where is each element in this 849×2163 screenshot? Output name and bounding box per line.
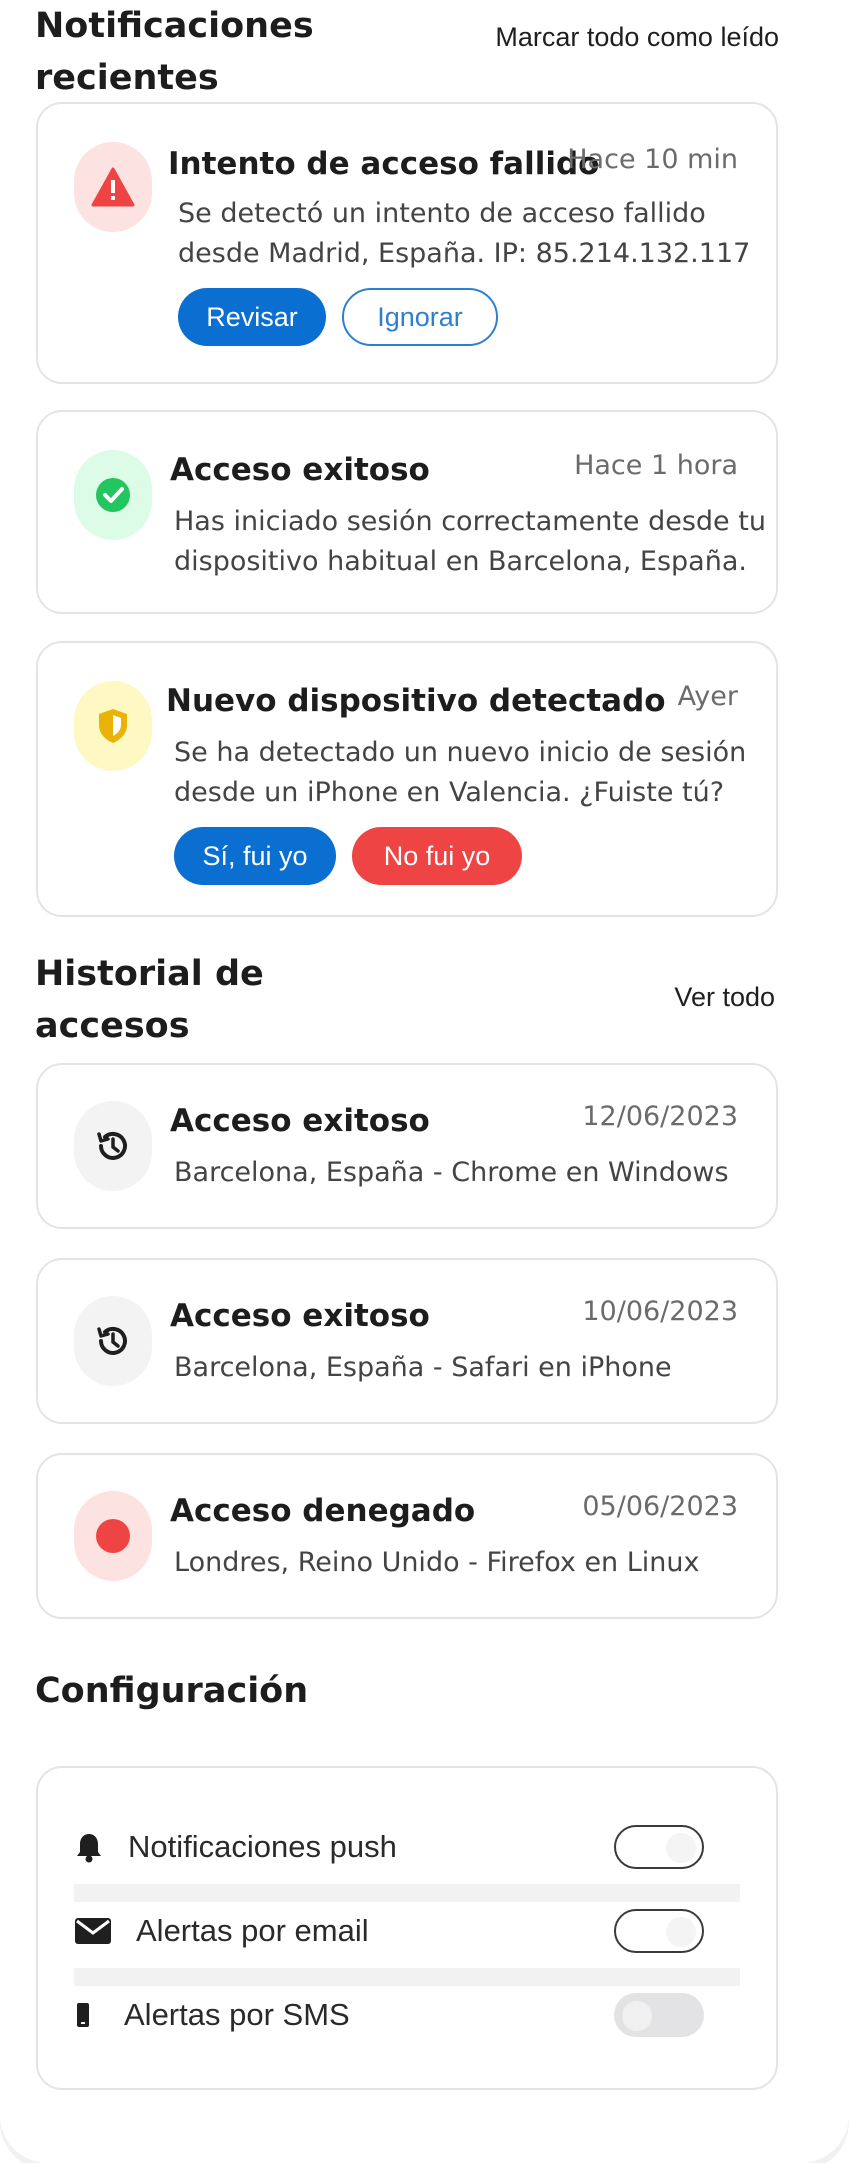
notification-time: Hace 10 min [567,144,738,175]
notification-time: Ayer [677,681,738,712]
divider [74,1884,740,1902]
notification-body: Has iniciado sesión correctamente desde … [174,506,766,577]
red-dot-icon [74,1491,152,1581]
yes-it-was-me-button[interactable]: Sí, fui yo [174,827,336,885]
history-item-date: 05/06/2023 [582,1491,738,1522]
notification-title: Nuevo dispositivo detectado [166,683,666,719]
review-button[interactable]: Revisar [178,288,326,346]
not-me-button[interactable]: No fui yo [352,827,522,885]
bell-icon [74,1831,128,1863]
history-item-date: 10/06/2023 [582,1296,738,1327]
envelope-icon [74,1917,136,1945]
setting-push-row: Notificaciones push [74,1817,740,1877]
warning-triangle-icon [74,142,152,232]
notification-body: Se detectó un intento de acceso fallido … [178,198,751,269]
notification-card-new-device: Nuevo dispositivo detectado Ayer Se ha d… [36,641,778,917]
history-item-desc: Barcelona, España - Chrome en Windows [174,1157,729,1188]
bottom-sheet-fill [0,2100,849,2163]
setting-sms-row: Alertas por SMS [74,1985,740,2045]
setting-label: Alertas por SMS [124,1997,350,2032]
history-item[interactable]: Acceso exitoso 10/06/2023 Barcelona, Esp… [36,1258,778,1424]
history-icon [74,1296,152,1386]
history-item-date: 12/06/2023 [582,1101,738,1132]
notification-title: Intento de acceso fallido [168,146,600,182]
history-header: Historial de accesos Ver todo [35,948,779,1052]
settings-header: Configuración [35,1665,779,1717]
history-item[interactable]: Acceso exitoso 12/06/2023 Barcelona, Esp… [36,1063,778,1229]
check-circle-icon [74,450,152,540]
email-toggle[interactable] [614,1909,704,1953]
notification-card-success: Acceso exitoso Hace 1 hora Has iniciado … [36,410,778,614]
notifications-title: Notificaciones recientes [35,6,314,98]
setting-label: Alertas por email [136,1913,369,1948]
settings-title: Configuración [35,1671,309,1711]
setting-email-row: Alertas por email [74,1901,740,1961]
history-item[interactable]: Acceso denegado 05/06/2023 Londres, Rein… [36,1453,778,1619]
history-item-title: Acceso exitoso [170,1103,430,1139]
notification-body: Se ha detectado un nuevo inicio de sesió… [174,737,747,808]
history-item-title: Acceso exitoso [170,1298,430,1334]
view-all-link[interactable]: Ver todo [674,982,775,1052]
push-toggle[interactable] [614,1825,704,1869]
mark-all-read-link[interactable]: Marcar todo como leído [495,22,779,104]
security-notifications-page: Notificaciones recientes Marcar todo com… [0,0,849,2163]
notifications-header: Notificaciones recientes Marcar todo com… [35,0,779,104]
settings-card: Notificaciones push Alertas por email Al… [36,1766,778,2090]
history-item-desc: Barcelona, España - Safari en iPhone [174,1352,672,1383]
history-item-title: Acceso denegado [170,1493,476,1529]
divider [74,1968,740,1986]
phone-icon [74,2002,124,2028]
history-title: Historial de accesos [35,954,264,1046]
ignore-button[interactable]: Ignorar [342,288,498,346]
setting-label: Notificaciones push [128,1829,397,1864]
shield-icon [74,681,152,771]
history-item-desc: Londres, Reino Unido - Firefox en Linux [174,1547,700,1578]
sms-toggle[interactable] [614,1993,704,2037]
notification-title: Acceso exitoso [170,452,430,488]
history-icon [74,1101,152,1191]
notification-time: Hace 1 hora [574,450,738,481]
notification-card-failed-login: Intento de acceso fallido Hace 10 min Se… [36,102,778,384]
